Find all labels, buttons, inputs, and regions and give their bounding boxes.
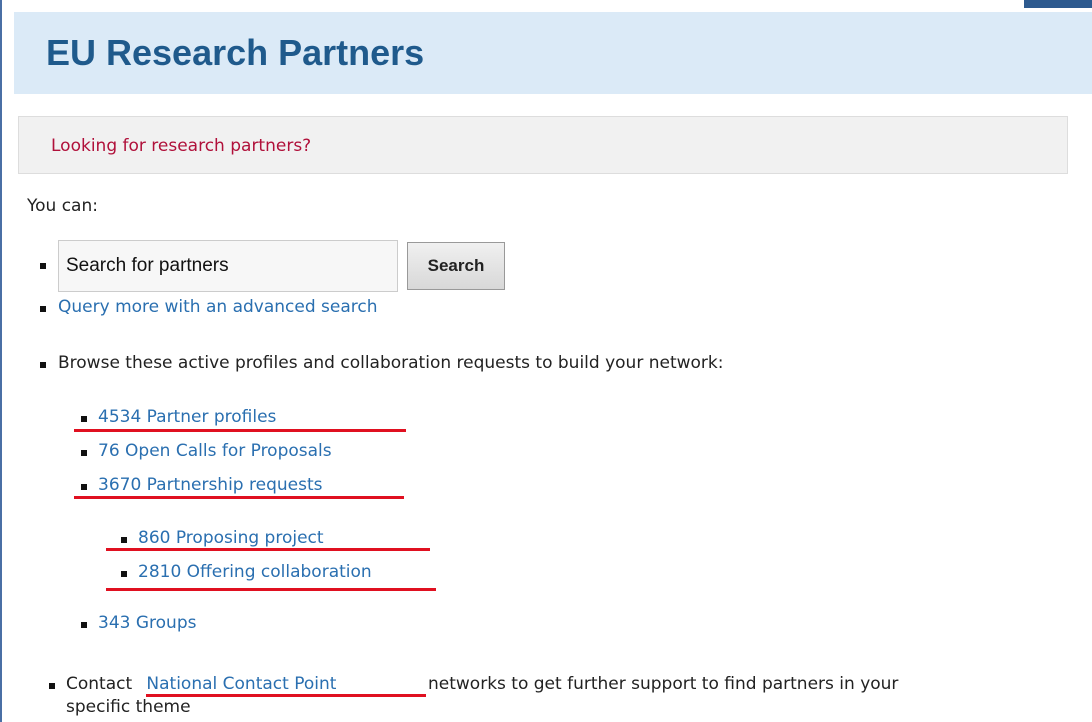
offering-collaboration-link[interactable]: 2810 Offering collaboration bbox=[138, 562, 372, 582]
top-rule bbox=[2, 0, 1092, 6]
highlight-underline bbox=[106, 548, 430, 551]
page-header: EU Research Partners bbox=[14, 12, 1092, 94]
highlight-underline bbox=[106, 588, 436, 591]
bullet-icon bbox=[40, 263, 46, 269]
bullet-icon bbox=[49, 683, 55, 689]
highlight-underline bbox=[74, 496, 404, 499]
partner-profiles-link[interactable]: 4534 Partner profiles bbox=[98, 407, 276, 427]
bullet-icon bbox=[121, 537, 127, 543]
groups-link[interactable]: 343 Groups bbox=[98, 613, 196, 633]
highlight-underline bbox=[74, 429, 406, 432]
banner-text: Looking for research partners? bbox=[51, 136, 312, 156]
contact-prefix: Contact bbox=[66, 674, 133, 694]
top-rule-accent bbox=[1024, 0, 1092, 8]
banner: Looking for research partners? bbox=[18, 116, 1068, 174]
bullet-icon bbox=[121, 571, 127, 577]
search-input[interactable] bbox=[58, 240, 398, 292]
bullet-icon bbox=[81, 484, 87, 490]
page: EU Research Partners Looking for researc… bbox=[0, 0, 1092, 722]
advanced-search-link[interactable]: Query more with an advanced search bbox=[58, 297, 378, 317]
search-button[interactable]: Search bbox=[407, 242, 505, 290]
proposing-project-link[interactable]: 860 Proposing project bbox=[138, 528, 324, 548]
browse-text: Browse these active profiles and collabo… bbox=[58, 353, 724, 373]
open-calls-link[interactable]: 76 Open Calls for Proposals bbox=[98, 441, 332, 461]
intro-text: You can: bbox=[27, 196, 98, 216]
bullet-icon bbox=[40, 306, 46, 312]
bullet-icon bbox=[81, 416, 87, 422]
bullet-icon bbox=[81, 622, 87, 628]
national-contact-point-link[interactable]: National Contact Point bbox=[141, 674, 342, 694]
contact-suffix: networks to get further support to find … bbox=[428, 674, 899, 694]
page-title: EU Research Partners bbox=[46, 32, 425, 73]
bullet-icon bbox=[40, 362, 46, 368]
contact-line2: specific theme bbox=[66, 697, 191, 717]
bullet-icon bbox=[81, 450, 87, 456]
partnership-requests-link[interactable]: 3670 Partnership requests bbox=[98, 475, 322, 495]
